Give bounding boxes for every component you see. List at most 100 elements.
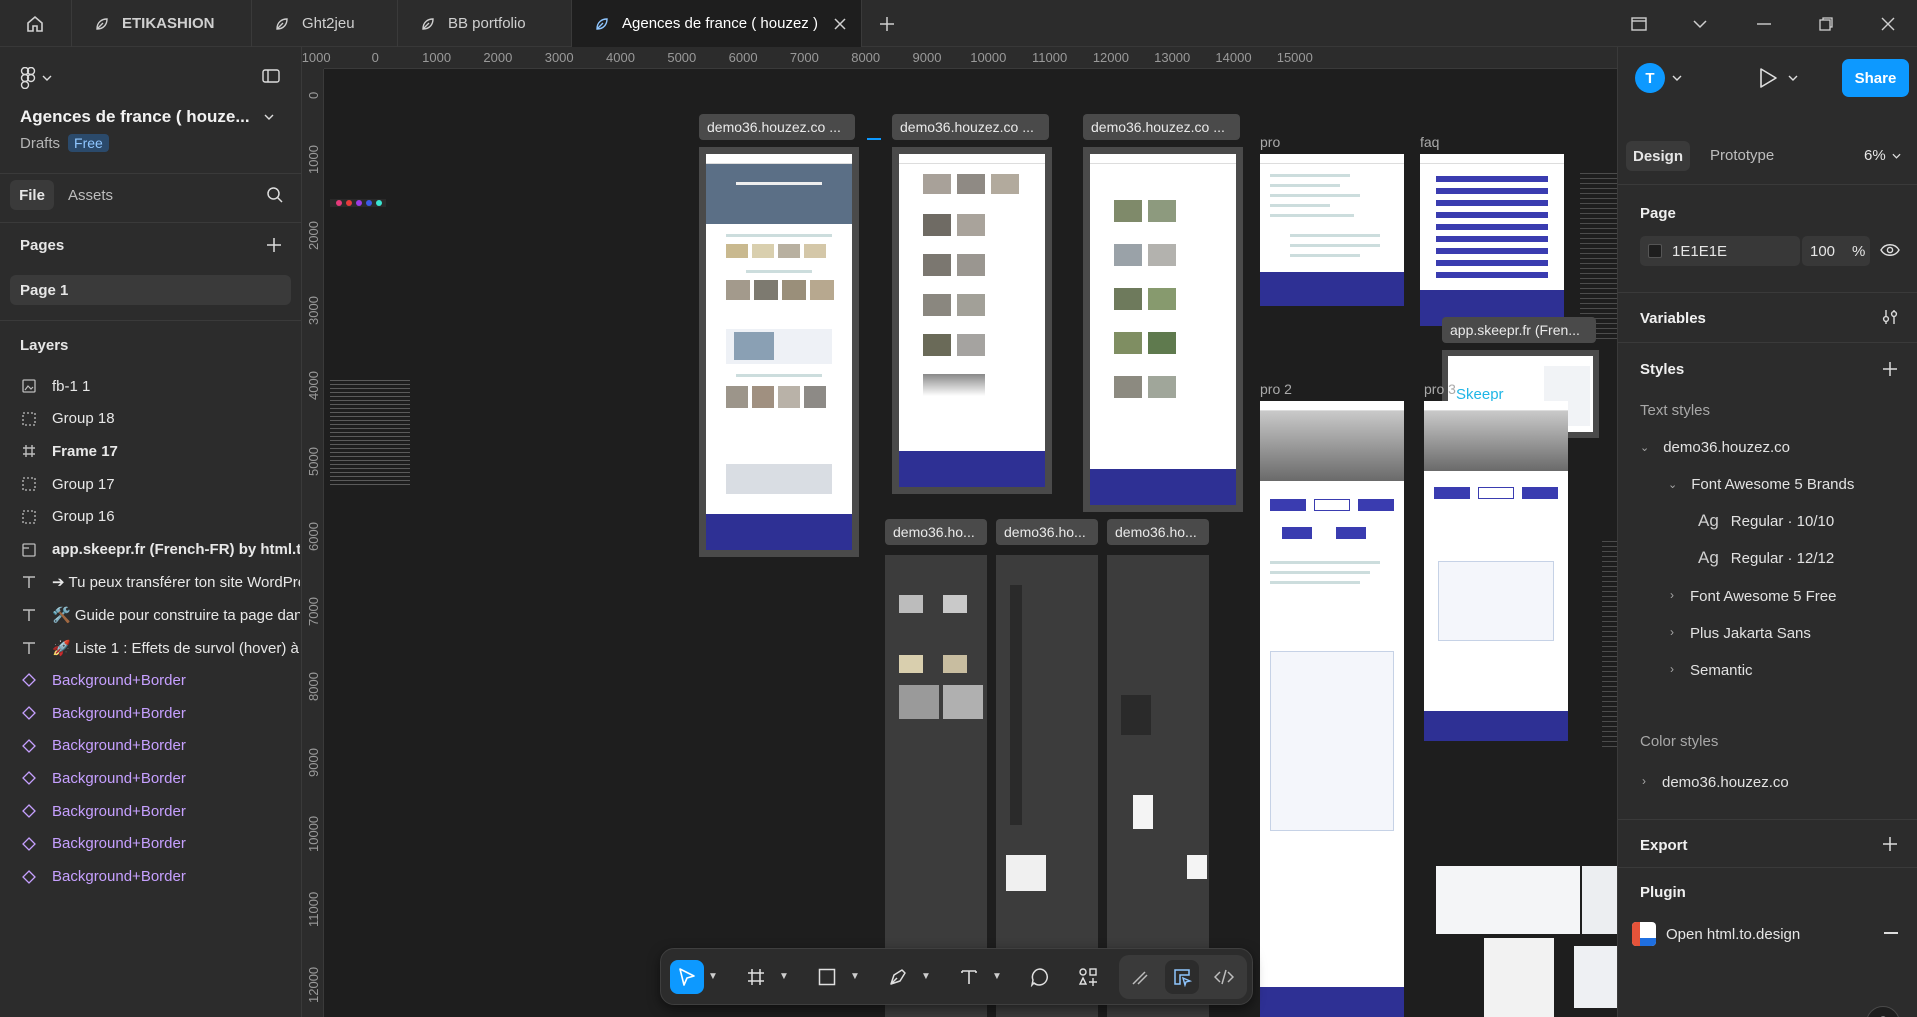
frame-title[interactable]: pro 2 xyxy=(1260,381,1292,397)
frame-label[interactable]: demo36.houzez.co ... xyxy=(1083,114,1240,140)
text-style-item[interactable]: Ag Regular · 10/10 xyxy=(1698,511,1834,531)
layer-item[interactable]: Background+Border xyxy=(20,857,300,897)
tab-etikashion[interactable]: ETIKASHION xyxy=(72,0,252,47)
plus-icon xyxy=(1883,837,1897,851)
website-screenshot xyxy=(1090,154,1236,505)
canvas[interactable]: -1000 0 1000 2000 3000 4000 5000 6000 7000 8000 90… xyxy=(302,47,1617,1017)
text-style-item[interactable]: Ag Regular · 12/12 xyxy=(1698,548,1834,568)
chevron-down-icon[interactable] xyxy=(1788,75,1798,81)
tab-ght2jeu[interactable]: Ght2jeu xyxy=(252,0,398,47)
design-mode-button[interactable] xyxy=(1165,960,1199,994)
comment-tool-button[interactable] xyxy=(1023,960,1057,994)
page-opacity-field[interactable]: 100 % xyxy=(1802,236,1870,266)
move-tool-button[interactable] xyxy=(670,960,704,994)
share-button[interactable]: Share xyxy=(1842,59,1909,97)
minimize-button[interactable] xyxy=(1735,0,1793,47)
styles-heading: Styles xyxy=(1640,361,1685,378)
pen-tool-button[interactable] xyxy=(881,960,915,994)
style-subgroup-collapsed[interactable]: › Plus Jakarta Sans xyxy=(1670,625,1811,642)
draft-file-icon xyxy=(422,17,434,30)
present-button[interactable] xyxy=(1758,67,1778,93)
rectangle-tool-button[interactable] xyxy=(810,960,844,994)
close-icon[interactable] xyxy=(833,17,847,31)
figma-app: ETIKASHION Ght2jeu BB portfolio Agences … xyxy=(0,0,1917,1017)
chevron-down-icon[interactable]: ▼ xyxy=(779,971,789,982)
visibility-toggle[interactable] xyxy=(1880,243,1900,261)
screenshot-thumb[interactable] xyxy=(1436,866,1580,934)
close-window-button[interactable] xyxy=(1859,0,1917,47)
page-item[interactable]: Page 1 xyxy=(10,275,291,305)
screenshot-thumb[interactable] xyxy=(1484,938,1554,1017)
style-subgroup-collapsed[interactable]: › Font Awesome 5 Free xyxy=(1670,588,1836,605)
chevron-down-icon[interactable]: ▼ xyxy=(992,971,1002,982)
frame-title[interactable]: faq xyxy=(1420,134,1439,150)
frame-pro-3[interactable] xyxy=(1424,401,1568,741)
tab-agences-de-france[interactable]: Agences de france ( houzez ) xyxy=(572,0,862,47)
search-button[interactable] xyxy=(266,186,284,208)
add-page-button[interactable] xyxy=(266,237,282,257)
chevron-down-icon[interactable] xyxy=(1672,75,1682,81)
chevron-down-icon[interactable]: ▼ xyxy=(921,971,931,982)
avatar[interactable]: T xyxy=(1635,63,1665,93)
variables-heading: Variables xyxy=(1640,310,1706,327)
restore-button[interactable] xyxy=(1797,0,1855,47)
style-group-demo36[interactable]: ⌄ demo36.houzez.co xyxy=(1640,439,1790,457)
frame-demo36-3[interactable] xyxy=(1083,147,1243,512)
help-button[interactable]: ? xyxy=(1866,1006,1900,1017)
screenshot-thumb[interactable] xyxy=(1582,866,1617,934)
panels-button[interactable] xyxy=(1610,0,1668,47)
home-tab[interactable] xyxy=(0,0,72,47)
frame-pro-2[interactable] xyxy=(1260,401,1404,1017)
new-tab-button[interactable] xyxy=(858,0,916,47)
text-tool-button[interactable] xyxy=(952,960,986,994)
layer-label: fb-1 1 xyxy=(52,377,91,395)
page-color-field[interactable]: 1E1E1E xyxy=(1640,236,1800,266)
tab-assets[interactable]: Assets xyxy=(68,180,113,210)
tab-bb-portfolio[interactable]: BB portfolio xyxy=(398,0,572,47)
frame-tool-button[interactable] xyxy=(739,960,773,994)
frame-pro[interactable] xyxy=(1260,154,1404,306)
zoom-dropdown[interactable]: 6% xyxy=(1864,147,1901,164)
frame-label[interactable]: demo36.houzez.co ... xyxy=(699,114,855,140)
plan-badge[interactable]: Free xyxy=(68,134,109,152)
dev-mode-button[interactable] xyxy=(1207,960,1241,994)
screenshot-thumb[interactable] xyxy=(1574,946,1617,1008)
chevron-down-icon[interactable]: ▼ xyxy=(708,971,718,982)
tab-prototype[interactable]: Prototype xyxy=(1710,147,1774,164)
collapse-plugin-button[interactable] xyxy=(1884,932,1898,934)
tabs-menu-button[interactable] xyxy=(1671,0,1729,47)
component-icon xyxy=(20,869,38,884)
actions-button[interactable] xyxy=(1071,960,1105,994)
ruler-tick-label: 10000 xyxy=(970,50,1007,65)
frame-faq[interactable] xyxy=(1420,154,1564,326)
draw-mode-button[interactable] xyxy=(1123,960,1157,994)
frame-demo36-1[interactable] xyxy=(699,147,859,557)
frame-label[interactable]: demo36.ho... xyxy=(996,519,1098,545)
frame-title[interactable]: pro 3 xyxy=(1424,381,1456,397)
toggle-sidebar-button[interactable] xyxy=(262,69,280,87)
plugin-item[interactable]: Open html.to.design xyxy=(1632,922,1800,946)
frame-label[interactable]: demo36.ho... xyxy=(1107,519,1209,545)
chevron-right-icon: › xyxy=(1670,625,1674,639)
open-variables-button[interactable] xyxy=(1882,309,1898,329)
frame-label[interactable]: demo36.houzez.co ... xyxy=(892,114,1049,140)
color-swatch[interactable] xyxy=(1648,244,1662,258)
chevron-down-icon[interactable]: ▼ xyxy=(850,971,860,982)
frame-title[interactable]: pro xyxy=(1260,134,1280,150)
add-style-button[interactable] xyxy=(1882,361,1898,381)
frame-label[interactable]: demo36.ho... xyxy=(885,519,987,545)
layer-label: Background+Border xyxy=(52,737,186,755)
main-menu-button[interactable] xyxy=(20,67,52,89)
color-style-group[interactable]: › demo36.houzez.co xyxy=(1642,774,1789,791)
color-swatches xyxy=(330,199,386,207)
tab-file[interactable]: File xyxy=(10,180,54,210)
file-name[interactable]: Agences de france ( houze... xyxy=(20,107,274,127)
frame-label[interactable]: app.skeepr.fr (Fren... xyxy=(1442,317,1596,343)
style-subgroup-collapsed[interactable]: › Semantic xyxy=(1670,662,1753,679)
style-subgroup-fa5-brands[interactable]: ⌄ Font Awesome 5 Brands xyxy=(1668,476,1854,494)
frame-demo36-2[interactable] xyxy=(892,147,1052,494)
tab-design[interactable]: Design xyxy=(1626,141,1690,171)
drafts-label[interactable]: Drafts xyxy=(20,135,60,152)
add-export-button[interactable] xyxy=(1882,836,1898,856)
close-icon xyxy=(1881,17,1895,30)
